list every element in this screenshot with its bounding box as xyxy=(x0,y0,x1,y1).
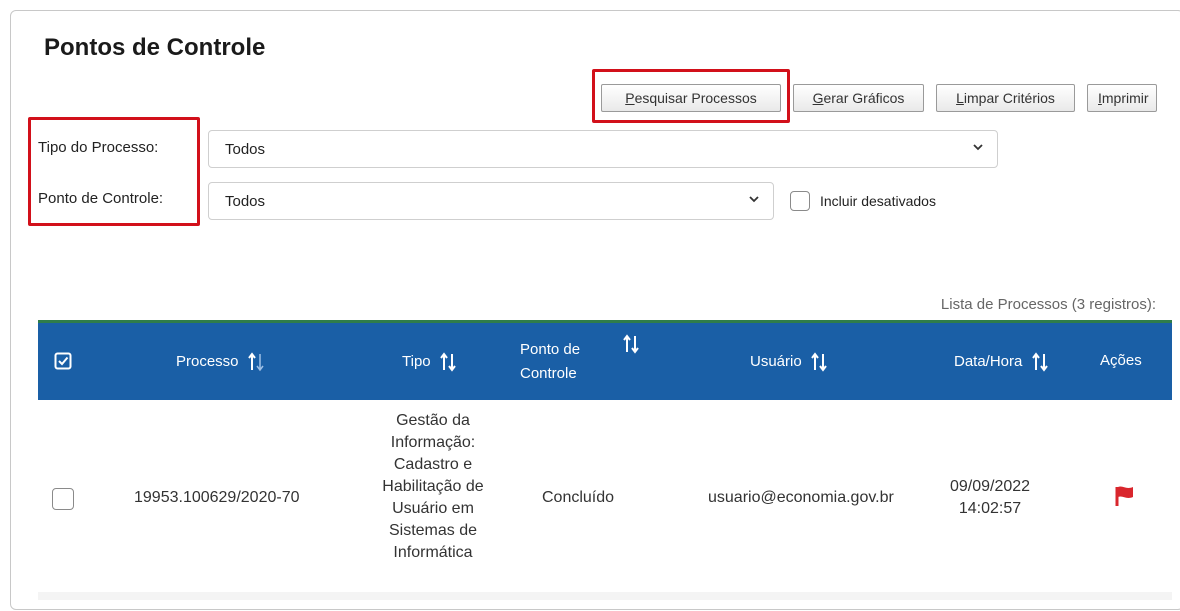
column-header-tipo[interactable]: Tipo xyxy=(402,352,457,372)
sort-arrows-icon[interactable] xyxy=(439,352,457,372)
chevron-down-icon xyxy=(973,144,983,151)
tipo-processo-label: Tipo do Processo: xyxy=(38,139,159,156)
sort-arrows-icon[interactable] xyxy=(810,352,828,372)
sort-arrows-icon[interactable] xyxy=(622,334,640,354)
print-button[interactable]: Imprimir xyxy=(1087,84,1157,112)
ponto-controle-label: Ponto de Controle: xyxy=(38,190,164,207)
header-accent-line xyxy=(38,320,1172,323)
table-header: Processo Tipo Ponto de Controle Usuário … xyxy=(38,320,1172,400)
list-caption: Lista de Processos (3 registros): xyxy=(940,296,1156,313)
cell-data-hora: 09/09/2022 14:02:57 xyxy=(950,478,1031,517)
table-footer-strip xyxy=(38,592,1172,600)
clear-criteria-button[interactable]: Limpar Critérios xyxy=(936,84,1075,112)
cell-ponto-controle: Concluído xyxy=(542,489,615,506)
flag-icon[interactable] xyxy=(1114,484,1136,508)
cell-processo[interactable]: 19953.100629/2020-70 xyxy=(134,489,300,507)
ponto-controle-select[interactable]: Todos xyxy=(208,182,774,220)
row-select-checkbox[interactable] xyxy=(52,488,74,510)
column-header-data-hora[interactable]: Data/Hora xyxy=(954,352,1049,372)
page-title: Pontos de Controle xyxy=(44,34,266,61)
table-row: 19953.100629/2020-70 Gestão da Informaçã… xyxy=(38,400,1172,599)
ponto-controle-value: Todos xyxy=(225,193,266,210)
search-processes-button[interactable]: Pesquisar Processos xyxy=(601,84,781,112)
column-header-acoes: Ações xyxy=(1100,352,1142,369)
column-header-usuario[interactable]: Usuário xyxy=(750,352,828,372)
column-header-processo[interactable]: Processo xyxy=(176,352,265,372)
sort-arrows-icon[interactable] xyxy=(1031,352,1049,372)
incluir-desativados-label: Incluir desativados xyxy=(820,193,936,209)
column-header-ponto[interactable]: Ponto de Controle xyxy=(520,338,580,386)
generate-charts-button[interactable]: Gerar Gráficos xyxy=(793,84,924,112)
tipo-processo-select[interactable]: Todos xyxy=(208,130,998,168)
cell-usuario: usuario@economia.gov.br xyxy=(708,489,894,506)
tipo-processo-value: Todos xyxy=(225,141,266,158)
checkbox-checked-icon[interactable] xyxy=(54,352,72,370)
chevron-down-icon xyxy=(749,196,759,203)
sort-arrows-icon[interactable] xyxy=(247,352,265,372)
incluir-desativados-checkbox[interactable] xyxy=(790,191,810,211)
cell-tipo: Gestão da Informação: Cadastro e Habilit… xyxy=(382,412,484,561)
